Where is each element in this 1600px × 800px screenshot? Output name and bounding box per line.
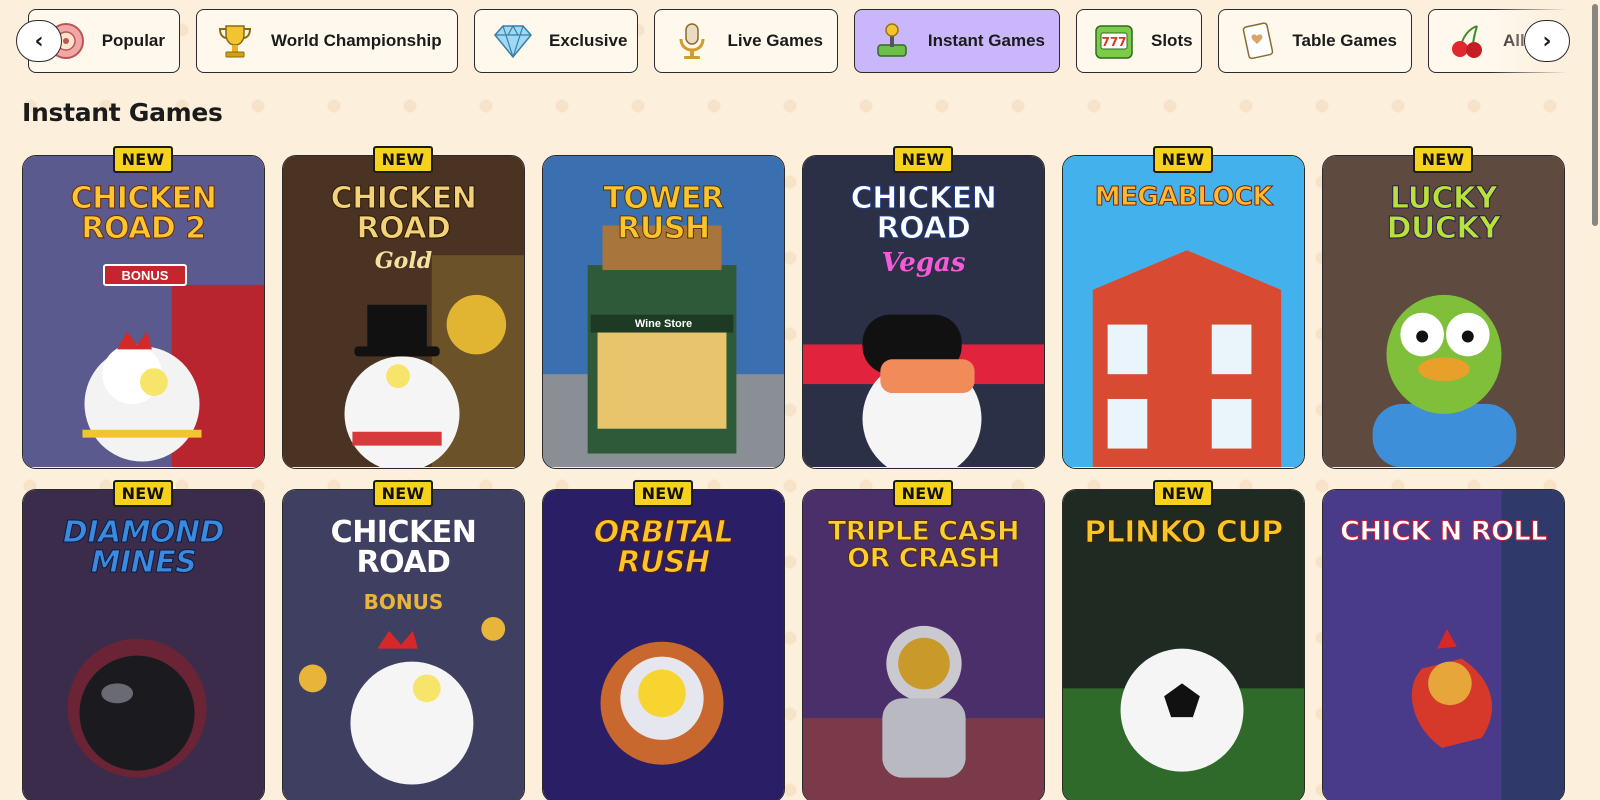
tab-label: Instant Games [927, 31, 1045, 50]
chevron-right-icon: › [1542, 28, 1552, 54]
tab-label: Exclusive [549, 31, 628, 50]
playing-card-icon [1235, 19, 1278, 63]
tab-slots[interactable]: 777 Slots [1076, 9, 1202, 73]
game-title: CHICKEN ROAD 2 [70, 181, 217, 246]
new-badge: NEW [887, 145, 959, 173]
game-title: CHICKEN ROAD [330, 515, 477, 580]
game-card-chicken-road-bonus[interactable]: CHICKEN ROAD BONUS [282, 489, 525, 800]
cherries-icon [1445, 19, 1489, 63]
game-card-tower-rush[interactable]: TOWER RUSH Wine Store [542, 155, 785, 469]
new-badge: NEW [367, 145, 439, 173]
scrollbar-thumb[interactable] [1592, 4, 1598, 226]
game-title: DIAMOND MINES [62, 515, 225, 580]
game-title: CHICKEN ROAD [330, 181, 477, 246]
game-title: MEGABLOCK [1094, 182, 1273, 212]
game-title: TOWER RUSH [603, 181, 725, 246]
svg-text:777: 777 [1101, 35, 1126, 49]
tab-exclusive[interactable]: Exclusive [474, 9, 638, 73]
trophy-icon [213, 19, 257, 63]
game-title: PLINKO CUP [1084, 515, 1284, 550]
tab-table-games[interactable]: Table Games [1218, 9, 1412, 73]
tab-world-championship[interactable]: World Championship [196, 9, 458, 73]
prev-arrow-button[interactable]: ‹ [16, 20, 62, 62]
microphone-icon [671, 19, 714, 63]
section-title: Instant Games [22, 98, 223, 127]
new-badge: NEW [107, 145, 179, 173]
new-badge: NEW [627, 479, 699, 507]
game-title: TRIPLE CASH OR CRASH [827, 516, 1020, 574]
game-card-diamond-mines[interactable]: DIAMOND MINES [22, 489, 265, 800]
category-nav: Popular World Championship Exclusive Liv… [0, 8, 1600, 74]
new-badge: NEW [887, 479, 959, 507]
diamond-icon [491, 19, 535, 63]
game-card-orbital-rush[interactable]: ORBITAL RUSH [542, 489, 785, 800]
new-badge: NEW [367, 479, 439, 507]
game-card-plinko-cup[interactable]: PLINKO CUP [1062, 489, 1305, 800]
slot-machine-icon: 777 [1093, 19, 1137, 63]
new-badge: NEW [1147, 145, 1219, 173]
game-grid: CHICKEN ROAD 2 BONUS CHICKEN ROAD Gold T… [22, 155, 1569, 800]
tab-label: Table Games [1292, 31, 1397, 50]
game-subtitle: Gold [374, 248, 433, 274]
game-title: CHICKEN ROAD [850, 181, 997, 246]
tab-label: Slots [1151, 31, 1193, 50]
page-scrollbar[interactable] [1590, 0, 1598, 800]
new-badge: NEW [1147, 479, 1219, 507]
new-badge: NEW [1407, 145, 1479, 173]
tab-label: Popular [101, 31, 165, 50]
game-card-chicken-road-vegas[interactable]: CHICKEN ROAD Vegas [802, 155, 1045, 469]
game-title: ORBITAL RUSH [593, 515, 734, 580]
tab-label: All [1503, 31, 1525, 50]
game-card-megablock[interactable]: MEGABLOCK [1062, 155, 1305, 469]
joystick-icon [871, 19, 914, 63]
game-card-chicken-road-2[interactable]: CHICKEN ROAD 2 BONUS [22, 155, 265, 469]
game-card-chick-n-roll[interactable]: CHICK N ROLL [1322, 489, 1565, 800]
game-card-chicken-road-gold[interactable]: CHICKEN ROAD Gold [282, 155, 525, 469]
game-subtitle: Wine Store [634, 318, 693, 330]
tab-instant-games[interactable]: Instant Games [854, 9, 1060, 73]
tab-live-games[interactable]: Live Games [654, 9, 838, 73]
game-title: CHICK N ROLL [1340, 516, 1548, 547]
game-card-triple-cash-or-crash[interactable]: TRIPLE CASH OR CRASH [802, 489, 1045, 800]
game-subtitle: BONUS [103, 264, 187, 286]
category-track: Popular World Championship Exclusive Liv… [0, 8, 1600, 74]
game-subtitle: Vegas [881, 248, 966, 278]
new-badge: NEW [107, 479, 179, 507]
next-arrow-button[interactable]: › [1524, 20, 1570, 62]
chevron-left-icon: ‹ [34, 28, 44, 54]
game-card-lucky-ducky[interactable]: LUCKY DUCKY [1322, 155, 1565, 469]
tab-label: Live Games [727, 31, 823, 50]
tab-label: World Championship [271, 31, 442, 50]
game-subtitle: BONUS [363, 590, 444, 614]
game-title: LUCKY DUCKY [1386, 181, 1501, 246]
